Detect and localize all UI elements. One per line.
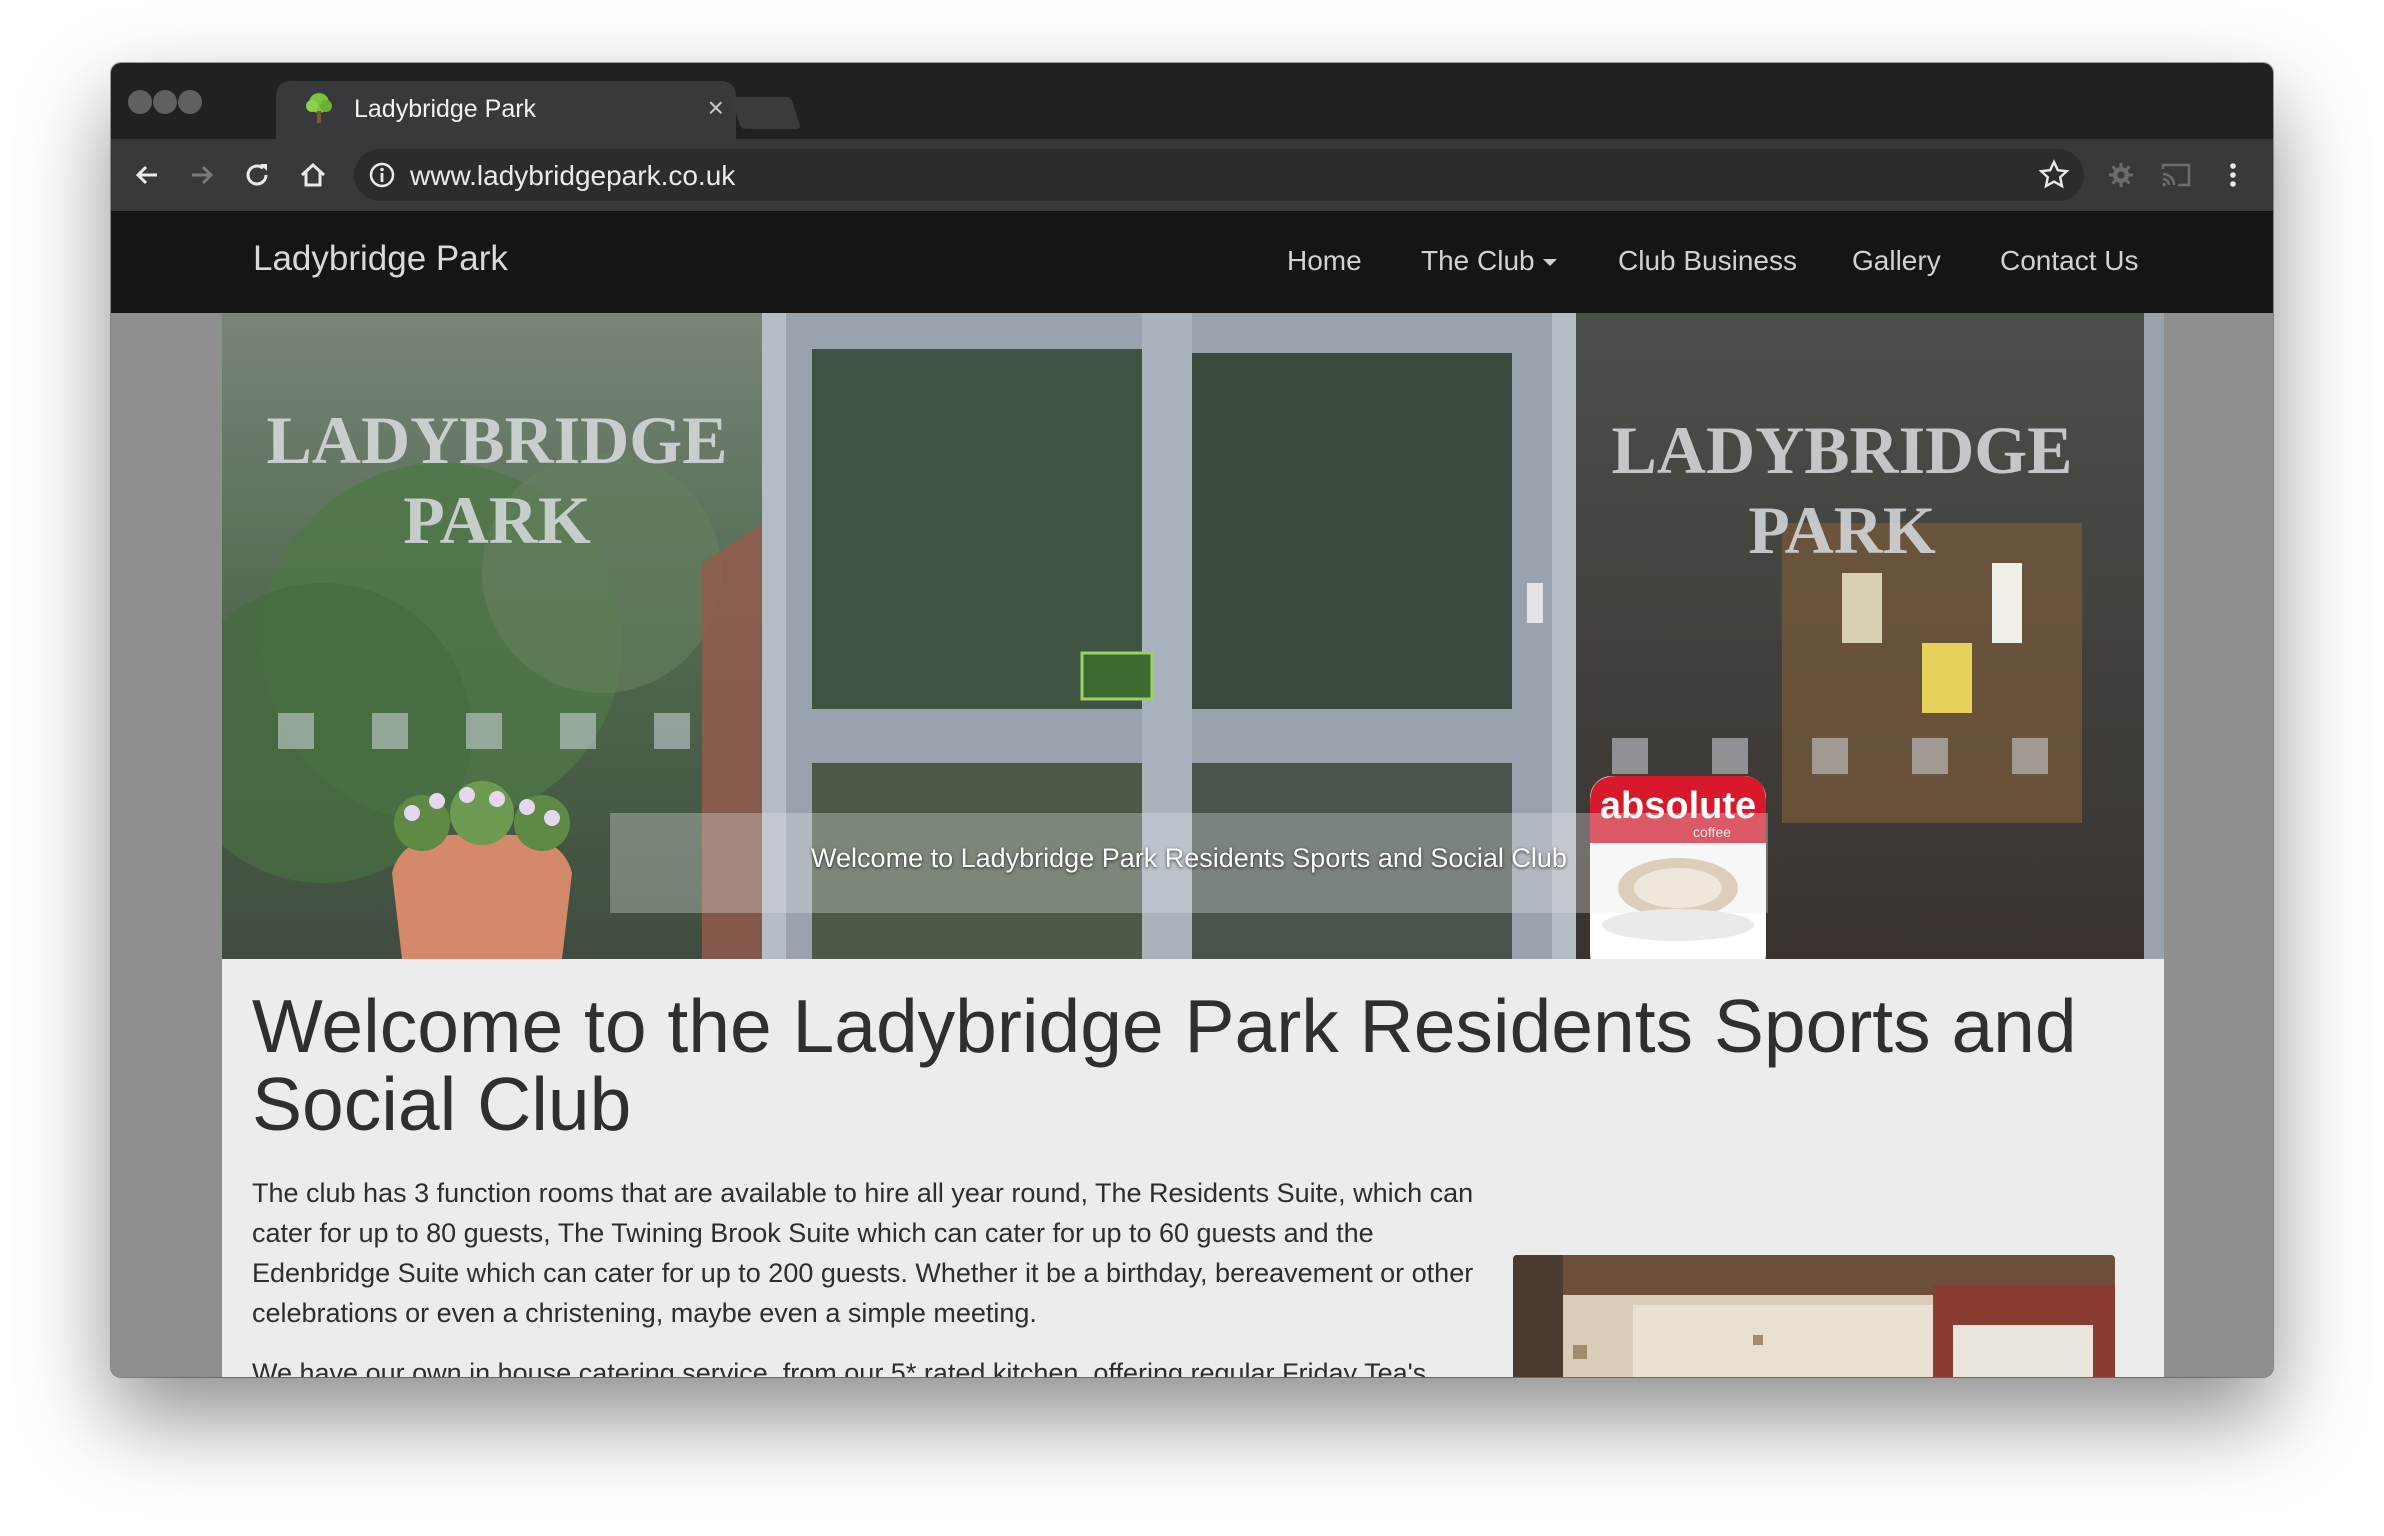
nav-club-business[interactable]: Club Business: [1618, 245, 1797, 277]
minimize-window-button[interactable]: [153, 90, 177, 114]
window-lettering-left-line2: PARK: [403, 482, 591, 558]
close-window-button[interactable]: [128, 90, 152, 114]
function-room-photo: [1513, 1255, 2115, 1377]
site-navbar: Ladybridge Park Home The Club Club Busin…: [111, 211, 2273, 313]
address-bar[interactable]: www.ladybridgepark.co.uk: [354, 149, 2084, 201]
caret-down-icon: [1542, 259, 1557, 267]
hero-carousel[interactable]: LADYBRIDGE PARK LADYBRIDGE PARK absolute…: [222, 313, 2164, 959]
page-title-line1: Welcome to the Ladybridge Park Residents…: [252, 984, 2077, 1068]
tab-strip: Ladybridge Park ×: [111, 63, 2273, 139]
flower-pot: [392, 781, 572, 959]
page-title-line2: Social Club: [252, 1062, 632, 1146]
nav-gallery[interactable]: Gallery: [1852, 245, 1941, 277]
extension-icon[interactable]: [2099, 153, 2143, 197]
forward-icon[interactable]: [180, 153, 224, 197]
catering-paragraph: We have our own in house catering servic…: [252, 1358, 1427, 1377]
page-content: LADYBRIDGE PARK LADYBRIDGE PARK absolute…: [222, 313, 2164, 1377]
nav-contact-us[interactable]: Contact Us: [2000, 245, 2139, 277]
home-icon[interactable]: [291, 153, 335, 197]
page-title: Welcome to the Ladybridge Park Residents…: [252, 987, 2152, 1143]
back-icon[interactable]: [125, 153, 169, 197]
url-text: www.ladybridgepark.co.uk: [410, 160, 736, 191]
browser-window: Ladybridge Park × www.ladybridgepark.co.…: [111, 63, 2273, 1377]
nav-the-club[interactable]: The Club: [1421, 245, 1557, 277]
window-lettering-left-line1: LADYBRIDGE: [267, 402, 728, 478]
maximize-window-button[interactable]: [178, 90, 202, 114]
star-icon[interactable]: [2038, 159, 2070, 196]
new-tab-button[interactable]: [730, 97, 802, 129]
nav-the-club-label: The Club: [1421, 245, 1535, 276]
intro-paragraph: The club has 3 function rooms that are a…: [252, 1178, 1474, 1328]
menu-icon[interactable]: [2211, 153, 2255, 197]
window-lettering-right-line2: PARK: [1748, 492, 1936, 568]
info-icon[interactable]: [368, 161, 396, 194]
tab-title: Ladybridge Park: [354, 95, 537, 123]
tab-ladybridge-park[interactable]: Ladybridge Park ×: [276, 81, 736, 139]
nav-home[interactable]: Home: [1287, 245, 1362, 277]
tree-favicon-icon: [302, 91, 336, 125]
tab-close-icon[interactable]: ×: [708, 91, 724, 125]
carousel-caption: Welcome to Ladybridge Park Residents Spo…: [610, 813, 1768, 913]
cast-icon[interactable]: [2154, 153, 2198, 197]
carousel-caption-text: Welcome to Ladybridge Park Residents Spo…: [811, 843, 1567, 873]
site-brand-link[interactable]: Ladybridge Park: [253, 239, 508, 279]
window-lettering-right-line1: LADYBRIDGE: [1612, 412, 2073, 488]
browser-toolbar: www.ladybridgepark.co.uk: [111, 139, 2273, 211]
reload-icon[interactable]: [235, 153, 279, 197]
